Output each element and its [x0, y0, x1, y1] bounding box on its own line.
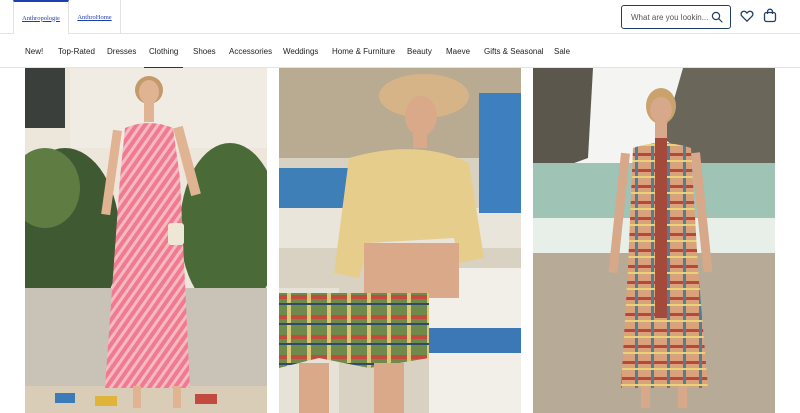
product-image-yellow-top-plaid-shorts[interactable]: [279, 68, 521, 413]
nav-item-top-rated[interactable]: Top-Rated: [58, 35, 95, 67]
main-navigation: New! Top-Rated Dresses Clothing Shoes Ac…: [0, 35, 800, 68]
nav-item-weddings[interactable]: Weddings: [283, 35, 318, 67]
nav-item-beauty[interactable]: Beauty: [407, 35, 432, 67]
brand-tab-anthropologie[interactable]: Anthropologie: [13, 0, 69, 34]
brand-tab-anthrohome[interactable]: AnthroHome: [69, 0, 121, 34]
nav-item-gifts-seasonal[interactable]: Gifts & Seasonal: [484, 35, 544, 67]
nav-item-accessories[interactable]: Accessories: [229, 35, 272, 67]
site-header: Anthropologie AnthroHome: [0, 0, 800, 34]
brand-switcher: Anthropologie AnthroHome: [13, 0, 121, 34]
search-box[interactable]: [621, 5, 731, 29]
nav-item-new[interactable]: New!: [25, 35, 43, 67]
heart-icon[interactable]: [740, 9, 754, 23]
nav-item-clothing[interactable]: Clothing: [144, 35, 184, 68]
nav-item-home-furniture[interactable]: Home & Furniture: [332, 35, 395, 67]
product-image-pink-striped-dress[interactable]: [25, 68, 267, 413]
search-input[interactable]: [631, 12, 709, 22]
search-icon[interactable]: [711, 11, 723, 23]
nav-item-dresses[interactable]: Dresses: [107, 35, 136, 67]
product-image-plaid-maxi-dress[interactable]: [533, 68, 775, 413]
nav-item-sale[interactable]: Sale: [554, 35, 570, 67]
nav-item-shoes[interactable]: Shoes: [193, 35, 216, 67]
shopping-bag-icon[interactable]: [763, 8, 777, 23]
nav-item-maeve[interactable]: Maeve: [446, 35, 470, 67]
